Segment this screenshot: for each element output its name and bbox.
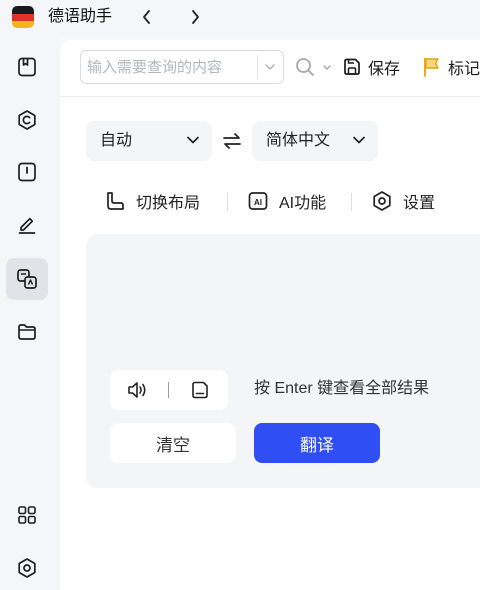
ai-function-label: AI功能 — [279, 195, 327, 212]
sidebar-item-translate[interactable] — [6, 258, 48, 300]
sidebar — [0, 36, 60, 590]
search-divider — [257, 55, 258, 79]
hexagon-settings-icon — [373, 191, 391, 211]
notebook-icon — [18, 162, 36, 182]
grid-icon — [18, 506, 36, 524]
source-language-value: 自动 — [100, 132, 133, 149]
source-language-select[interactable]: 自动 — [86, 121, 212, 161]
main-panel: 保存 标记 自动 简体中文 切换布局 — [60, 40, 480, 590]
chevron-left-icon — [143, 10, 150, 24]
search-mode-dropdown[interactable] — [322, 64, 332, 72]
audio-controls — [110, 370, 228, 410]
settings-label: 设置 — [403, 195, 436, 212]
save-button[interactable]: 保存 — [342, 54, 400, 80]
sidebar-item-apps[interactable] — [6, 494, 48, 536]
translate-icon — [17, 269, 37, 289]
chevron-down-icon — [265, 64, 275, 70]
swap-arrows-icon — [223, 133, 241, 149]
divider — [351, 193, 352, 211]
sidebar-item-notes[interactable] — [6, 203, 48, 245]
mark-button[interactable]: 标记 — [422, 54, 480, 80]
back-button[interactable] — [138, 7, 156, 27]
flag-icon — [424, 57, 439, 77]
save-icon — [344, 58, 360, 75]
layout-icon — [107, 192, 124, 210]
folder-icon — [18, 324, 36, 340]
search-box — [80, 50, 284, 84]
swap-languages-button[interactable] — [221, 131, 243, 151]
search-button[interactable] — [294, 56, 316, 78]
sidebar-item-conjugation[interactable] — [6, 99, 48, 141]
book-icon — [18, 57, 36, 77]
chevron-down-icon — [187, 136, 199, 144]
mark-label: 标记 — [448, 61, 480, 78]
enter-hint: 按 Enter 键查看全部结果 — [254, 380, 430, 397]
sidebar-item-dictionary[interactable] — [6, 46, 48, 88]
switch-layout-button[interactable]: 切换布局 — [104, 186, 200, 216]
target-language-select[interactable]: 简体中文 — [252, 121, 378, 161]
ai-icon: AI — [248, 192, 268, 210]
switch-layout-label: 切换布局 — [136, 195, 201, 212]
save-label: 保存 — [368, 61, 401, 78]
app-logo-icon — [12, 6, 34, 28]
hexagon-settings-icon — [18, 558, 36, 578]
speaker-icon[interactable] — [126, 379, 150, 401]
sidebar-item-wordbook[interactable] — [6, 151, 48, 193]
sidebar-item-files[interactable] — [6, 311, 48, 353]
clear-button[interactable]: 清空 — [110, 423, 236, 463]
search-icon — [296, 58, 314, 76]
translation-input-area[interactable]: 按 Enter 键查看全部结果 清空 翻译 — [86, 234, 480, 488]
forward-button[interactable] — [186, 7, 204, 27]
chevron-right-icon — [192, 10, 199, 24]
toolbar: 保存 标记 — [60, 40, 480, 97]
c-circle-icon — [18, 110, 36, 130]
pen-icon — [18, 217, 36, 234]
ai-function-button[interactable]: AI AI功能 — [247, 186, 326, 216]
save-icon[interactable] — [189, 379, 211, 401]
settings-button[interactable]: 设置 — [371, 186, 435, 216]
divider — [227, 193, 228, 211]
divider — [168, 382, 169, 398]
search-input[interactable] — [81, 51, 257, 83]
target-language-value: 简体中文 — [266, 132, 331, 149]
svg-text:AI: AI — [254, 198, 262, 207]
search-history-dropdown[interactable] — [263, 61, 277, 73]
title-bar: 德语助手 — [0, 0, 480, 36]
function-bar: 切换布局 AI AI功能 设置 — [60, 186, 480, 216]
sidebar-item-settings[interactable] — [6, 547, 48, 589]
chevron-down-icon — [353, 136, 365, 144]
translate-button[interactable]: 翻译 — [254, 423, 380, 463]
app-title: 德语助手 — [48, 8, 113, 25]
chevron-down-icon — [323, 65, 331, 70]
